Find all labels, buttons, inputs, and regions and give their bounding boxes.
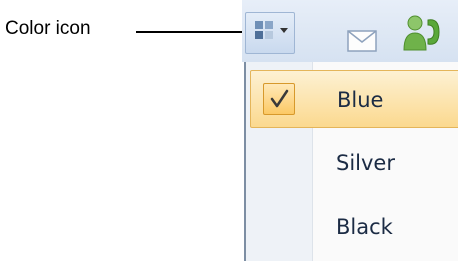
menu-item-label: Blue <box>337 88 384 112</box>
color-grid-icon <box>255 21 275 41</box>
mail-icon[interactable] <box>347 30 377 52</box>
menu-item-label: Black <box>336 215 393 239</box>
color-scheme-button[interactable] <box>245 12 295 54</box>
color-scheme-menu: Blue Silver Black <box>244 62 458 261</box>
phone-contact-icon[interactable] <box>401 14 441 52</box>
checkmark-box <box>263 83 295 115</box>
menu-item-silver[interactable]: Silver <box>250 134 458 192</box>
dropdown-arrow-icon[interactable] <box>280 28 288 33</box>
menu-item-black[interactable]: Black <box>250 198 458 256</box>
callout-leader-line <box>136 31 247 33</box>
checkmark-icon <box>270 89 289 108</box>
menu-item-label: Silver <box>336 151 395 175</box>
color-icon-callout-label: Color icon <box>5 18 91 39</box>
menu-item-blue[interactable]: Blue <box>250 70 458 128</box>
